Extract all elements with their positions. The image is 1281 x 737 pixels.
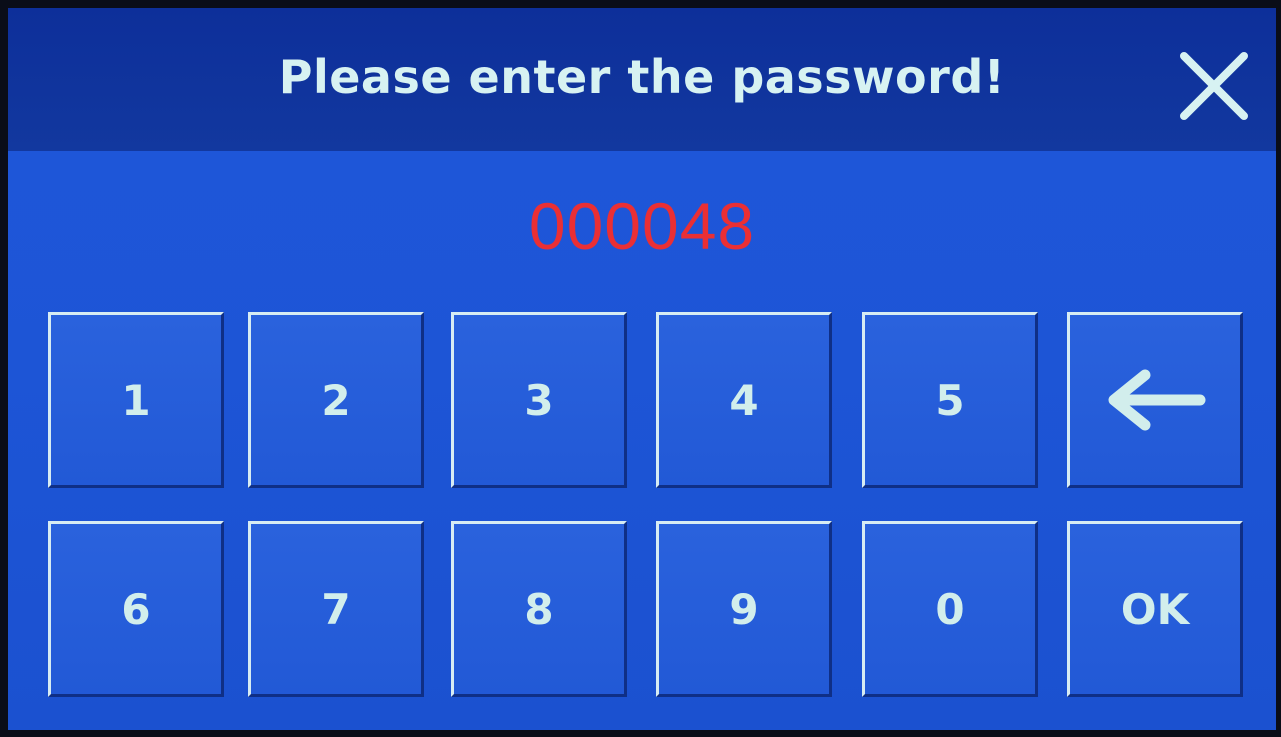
key-5[interactable]: 5 bbox=[862, 312, 1038, 488]
key-6[interactable]: 6 bbox=[48, 521, 224, 697]
key-0[interactable]: 0 bbox=[862, 521, 1038, 697]
password-display: 000048 bbox=[528, 189, 756, 263]
key-3[interactable]: 3 bbox=[451, 312, 627, 488]
dialog-header: Please enter the password! bbox=[8, 8, 1276, 151]
key-7[interactable]: 7 bbox=[248, 521, 424, 697]
key-2[interactable]: 2 bbox=[248, 312, 424, 488]
key-9[interactable]: 9 bbox=[656, 521, 832, 697]
key-8[interactable]: 8 bbox=[451, 521, 627, 697]
close-icon bbox=[1180, 52, 1248, 120]
password-dialog: Please enter the password! 000048 1 2 3 … bbox=[8, 8, 1276, 730]
key-1[interactable]: 1 bbox=[48, 312, 224, 488]
key-4[interactable]: 4 bbox=[656, 312, 832, 488]
backspace-button[interactable] bbox=[1067, 312, 1243, 488]
backspace-arrow-icon bbox=[1108, 369, 1206, 431]
ok-button[interactable]: OK bbox=[1067, 521, 1243, 697]
dialog-title: Please enter the password! bbox=[278, 50, 1006, 104]
close-button[interactable] bbox=[1174, 46, 1254, 126]
